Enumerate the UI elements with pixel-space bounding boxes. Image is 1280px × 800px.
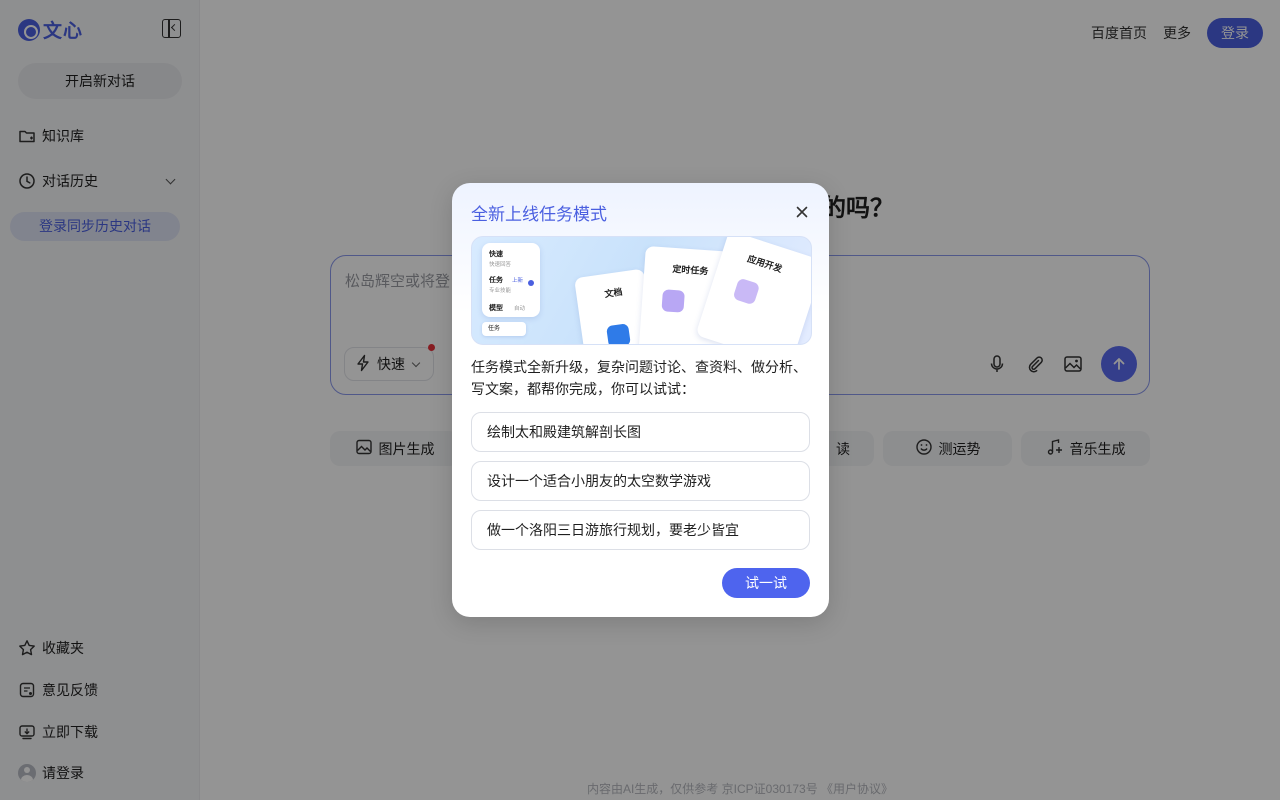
modal-title: 全新上线任务模式 <box>471 205 607 224</box>
calendar-badge-icon <box>661 289 685 313</box>
task-mode-modal: 全新上线任务模式 快速 快速回答 任务 上新 专业技能 模型 自动 任务 文档 … <box>452 183 829 617</box>
code-badge-icon <box>732 277 761 306</box>
check-dot-icon <box>528 280 534 286</box>
banner-task-tag: 任务 <box>482 322 526 336</box>
suggestion-item[interactable]: 设计一个适合小朋友的太空数学游戏 <box>471 461 810 501</box>
suggestion-item[interactable]: 绘制太和殿建筑解剖长图 <box>471 412 810 452</box>
word-doc-icon <box>606 323 631 344</box>
close-icon[interactable] <box>794 204 810 220</box>
modal-banner-illustration: 快速 快速回答 任务 上新 专业技能 模型 自动 任务 文档 定时任务 应用开发 <box>471 236 812 345</box>
modal-description: 任务模式全新升级，复杂问题讨论、查资料、做分析、写文案，都帮你完成，你可以试试： <box>471 359 807 397</box>
try-button[interactable]: 试一试 <box>722 568 810 598</box>
banner-mode-card: 快速 快速回答 任务 上新 专业技能 模型 自动 <box>482 243 540 317</box>
suggestion-item[interactable]: 做一个洛阳三日游旅行规划，要老少皆宜 <box>471 510 810 550</box>
